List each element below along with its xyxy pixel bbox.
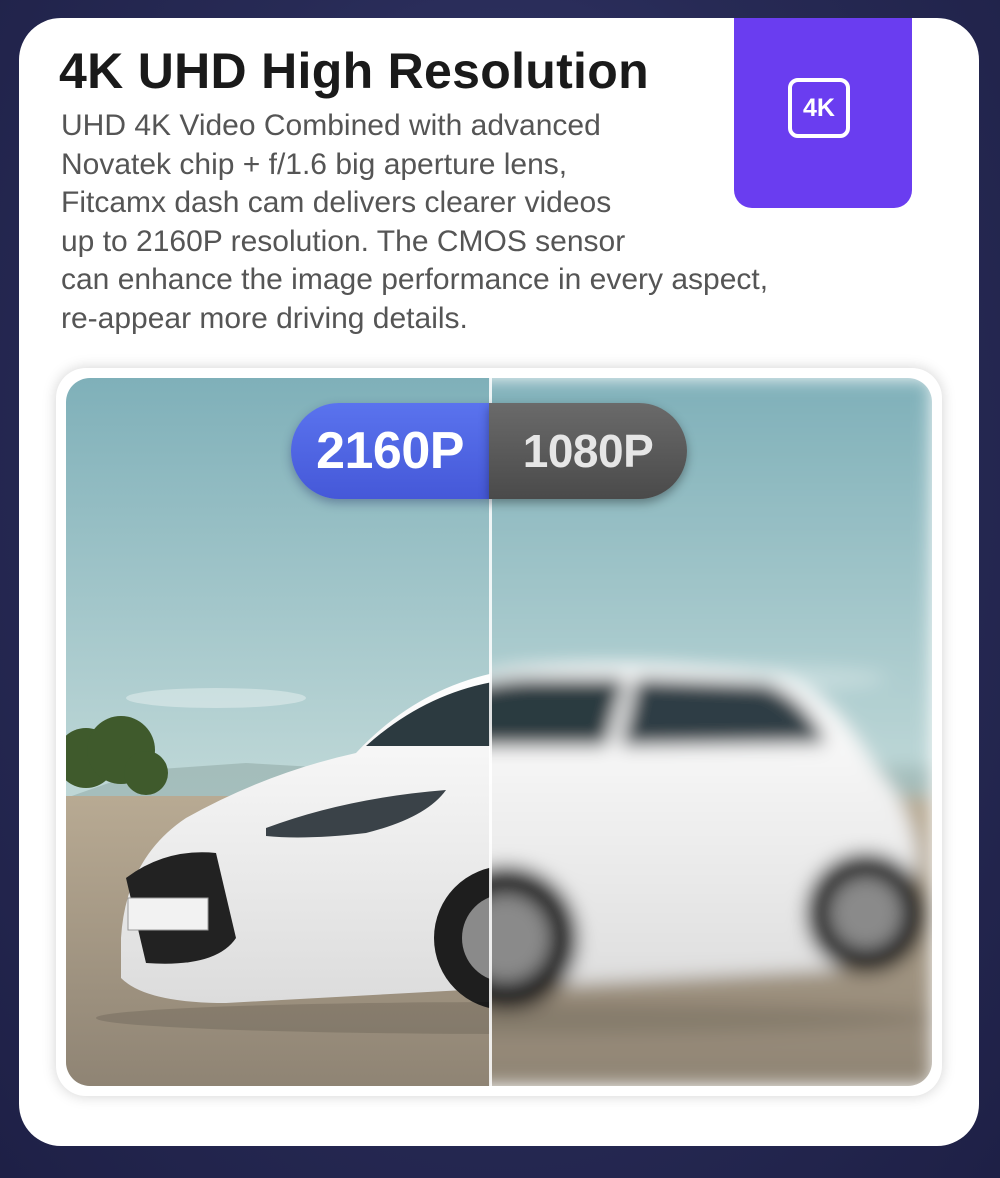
description-line: re-appear more driving details. [61, 301, 468, 335]
resolution-label-2160p: 2160P [291, 403, 489, 499]
feature-card: 4K UHD High Resolution UHD 4K Video Comb… [19, 18, 979, 1146]
description-line: up to 2160P resolution. The CMOS sensor [61, 224, 626, 258]
description-line: can enhance the image performance in eve… [61, 263, 769, 296]
4k-icon: 4K [788, 78, 850, 138]
4k-badge: 4K [734, 18, 912, 208]
resolution-label-1080p: 1080P [489, 403, 687, 499]
page-title: 4K UHD High Resolution [59, 43, 649, 99]
